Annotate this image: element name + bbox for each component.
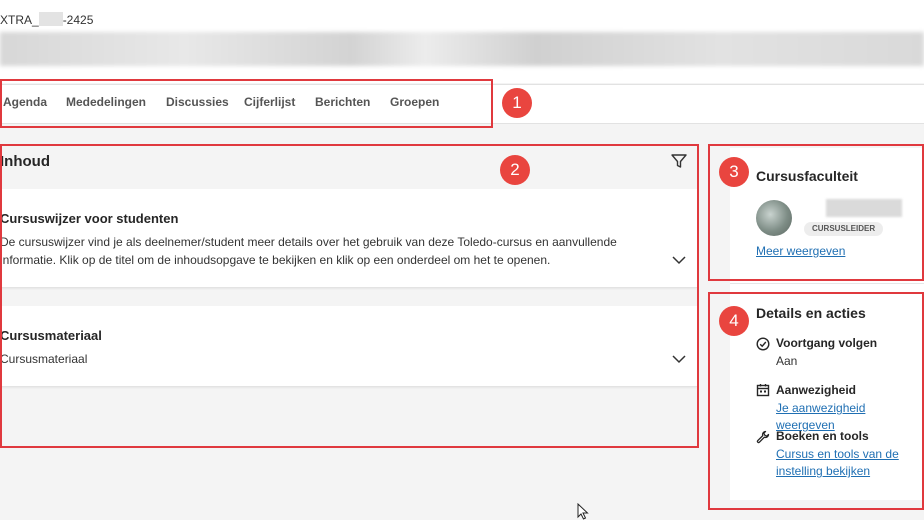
content-item-description: Cursusmateriaal <box>0 352 88 366</box>
progress-tracking-label: Voortgang volgen <box>776 336 878 350</box>
annotation-badge-4: 4 <box>719 306 749 336</box>
annotation-badge-1: 1 <box>502 88 532 118</box>
course-nav: Agenda Mededelingen Discussies Cijferlij… <box>0 84 924 124</box>
nav-item-discussies[interactable]: Discussies <box>166 95 229 109</box>
wrench-icon <box>756 430 770 444</box>
content-item-title[interactable]: Cursuswijzer voor studenten <box>0 211 178 226</box>
view-books-tools-link-line2[interactable]: instelling bekijken <box>776 463 899 480</box>
avatar[interactable] <box>756 200 792 236</box>
calendar-icon <box>756 384 770 397</box>
course-title-blurred <box>0 32 924 66</box>
role-badge: CURSUSLEIDER <box>804 222 884 236</box>
faculty-title: Cursusfaculteit <box>756 168 858 184</box>
content-title: Inhoud <box>0 153 50 170</box>
view-books-tools-link[interactable]: Cursus en tools van de instelling bekijk… <box>776 446 899 480</box>
course-code-prefix: XTRA_ <box>0 13 39 27</box>
check-circle-icon <box>756 337 770 351</box>
course-header: XTRA_ -2425 <box>0 0 924 83</box>
progress-tracking-value: Aan <box>776 354 798 368</box>
content-item-cursuswijzer[interactable]: Cursuswijzer voor studenten De cursuswij… <box>0 189 697 288</box>
content-item-description-line2: informatie. Klik op de titel om de inhou… <box>0 253 551 267</box>
course-code-suffix: -2425 <box>62 13 94 27</box>
nav-item-agenda[interactable]: Agenda <box>3 95 47 109</box>
panel-divider <box>730 283 924 284</box>
mouse-cursor-icon <box>577 503 589 520</box>
books-tools-label: Boeken en tools <box>776 429 869 443</box>
annotation-badge-2: 2 <box>500 155 530 185</box>
nav-item-cijferlijst[interactable]: Cijferlijst <box>244 95 295 109</box>
course-code-redacted <box>38 12 63 26</box>
content-item-description: De cursuswijzer vind je als deelnemer/st… <box>0 233 660 269</box>
show-more-link[interactable]: Meer weergeven <box>756 243 845 260</box>
content-item-title[interactable]: Cursusmateriaal <box>0 328 102 343</box>
chevron-down-icon[interactable] <box>671 255 687 265</box>
annotation-badge-3: 3 <box>719 157 749 187</box>
faculty-name-blurred <box>826 199 902 217</box>
attendance-label: Aanwezigheid <box>776 383 857 397</box>
filter-icon[interactable] <box>670 152 688 170</box>
course-code: XTRA_ -2425 <box>0 12 93 27</box>
chevron-down-icon[interactable] <box>671 354 687 364</box>
content-item-cursusmateriaal[interactable]: Cursusmateriaal Cursusmateriaal <box>0 306 697 387</box>
content-header: Inhoud <box>0 148 697 188</box>
details-title: Details en acties <box>756 305 866 321</box>
view-books-tools-link-line1[interactable]: Cursus en tools van de <box>776 446 899 463</box>
nav-item-groepen[interactable]: Groepen <box>390 95 439 109</box>
nav-item-berichten[interactable]: Berichten <box>315 95 370 109</box>
nav-item-mededelingen[interactable]: Mededelingen <box>66 95 146 109</box>
content-item-description-line1: De cursuswijzer vind je als deelnemer/st… <box>0 235 617 249</box>
